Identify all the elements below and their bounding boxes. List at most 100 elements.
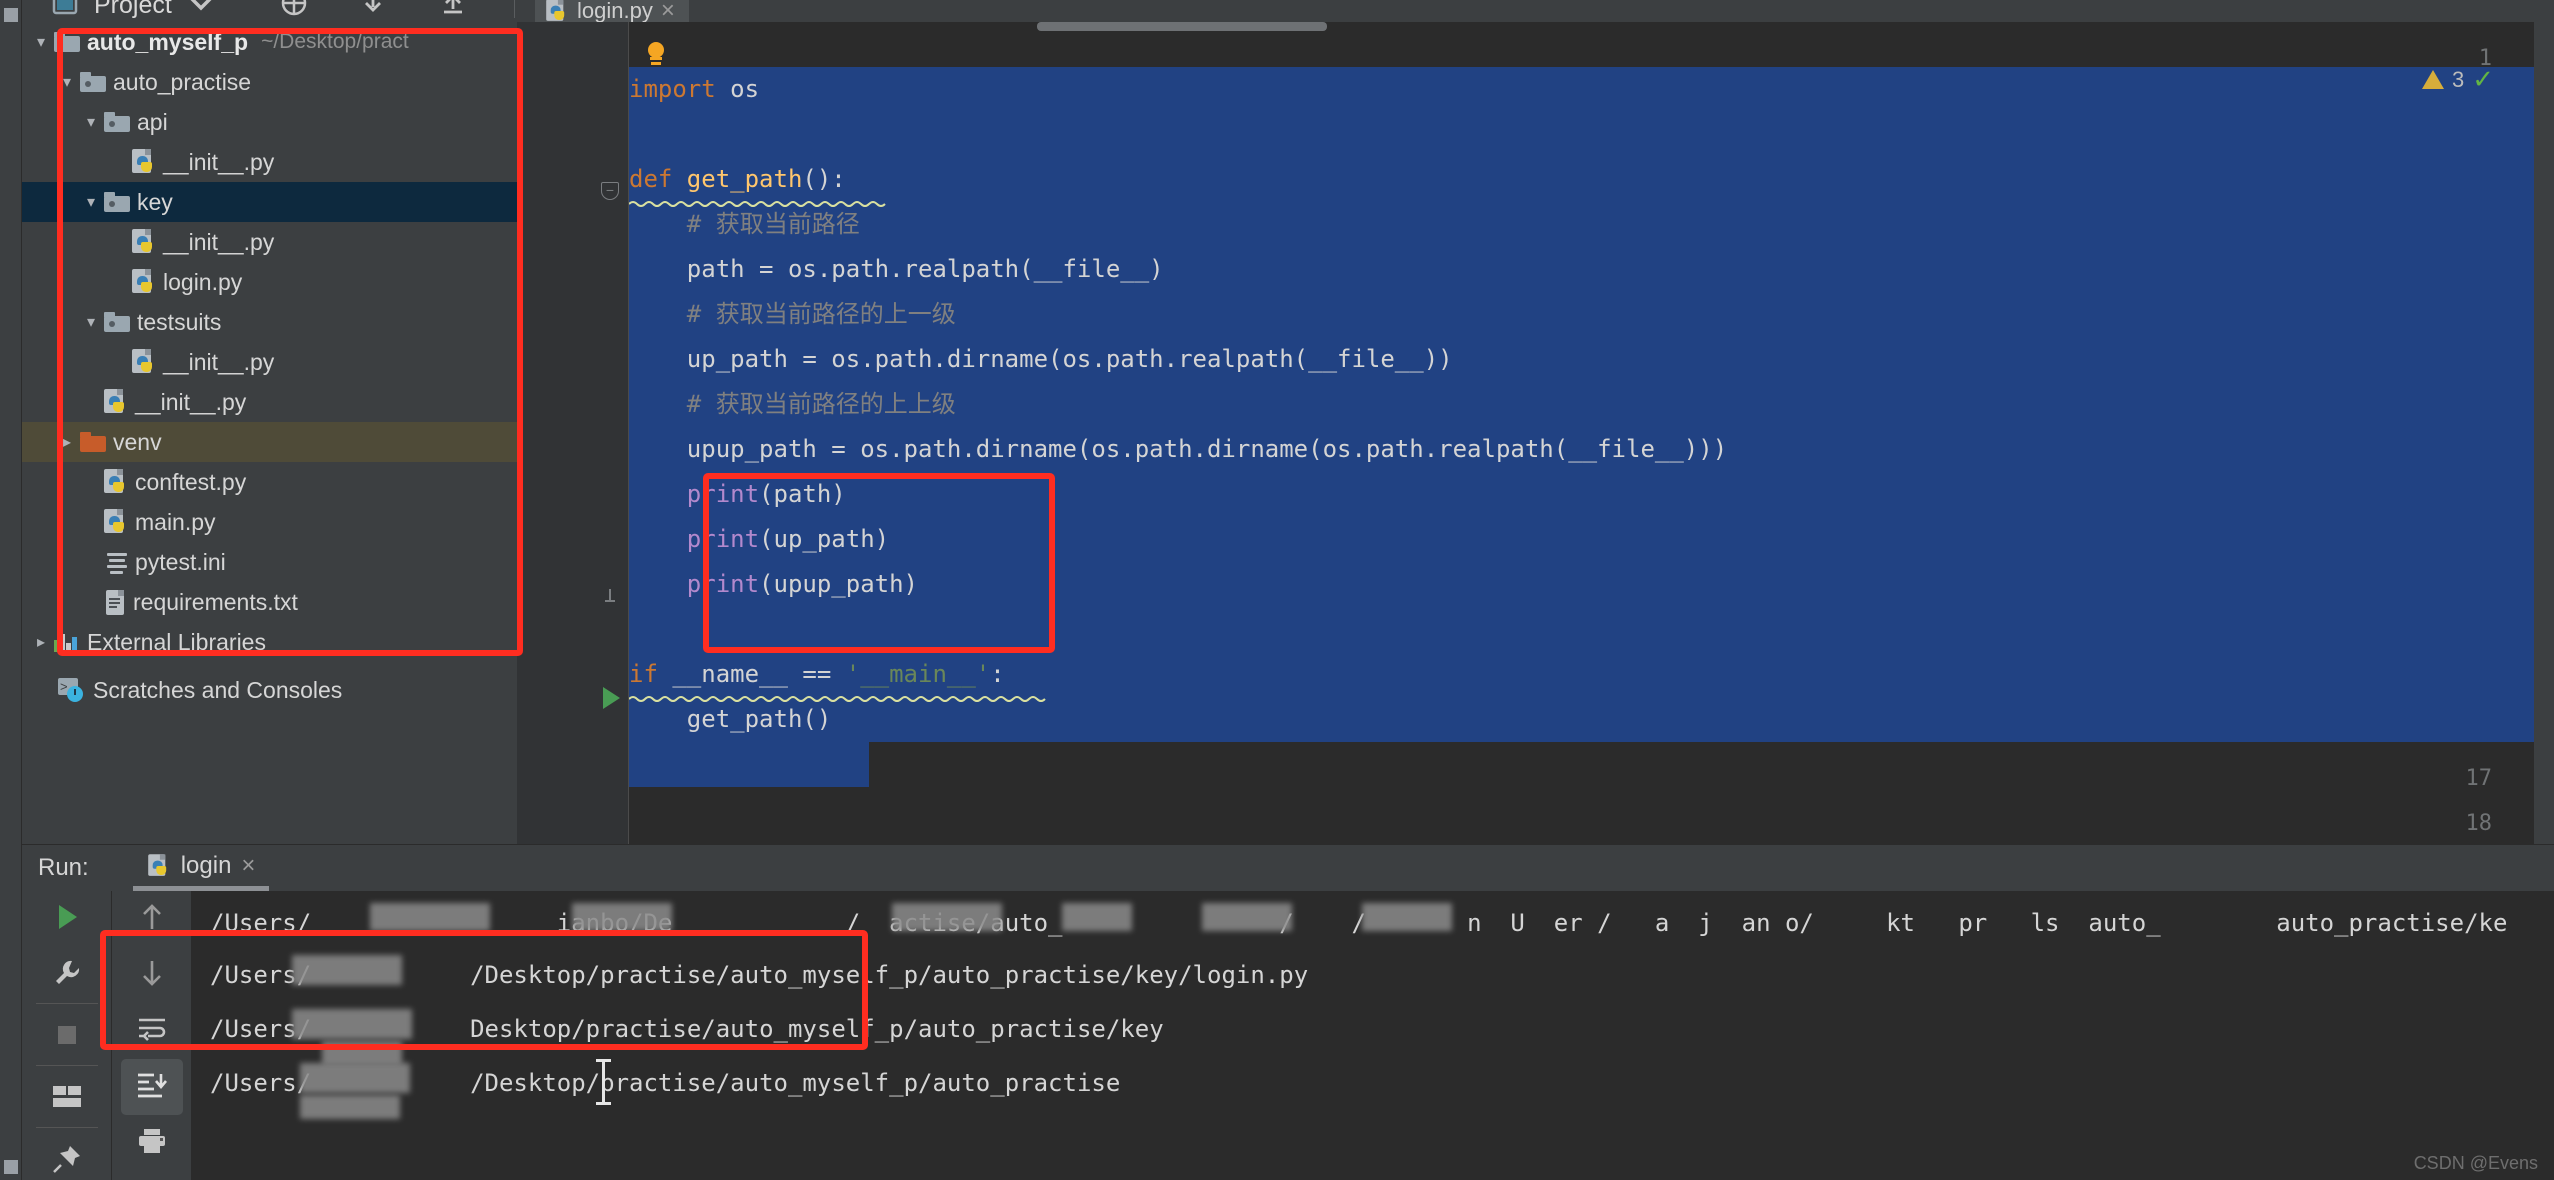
pin-icon: [52, 1144, 82, 1179]
up-button[interactable]: [112, 891, 192, 947]
scroll-to-end-icon: [136, 1071, 168, 1104]
folder-module-icon: [104, 192, 130, 212]
tree-label: __init__.py: [163, 348, 275, 375]
chevron-right-icon[interactable]: ▸: [54, 432, 80, 452]
tree-row-login-py[interactable]: login.py: [22, 262, 517, 302]
scratches-icon: >: [58, 678, 86, 702]
run-toolbar-right[interactable]: [112, 891, 192, 1180]
target-icon[interactable]: [280, 0, 308, 22]
console-output[interactable]: /Users/ ianbo/De / actise/auto_ / / n U …: [192, 891, 2554, 1180]
run-toolbar-left[interactable]: [22, 891, 112, 1180]
editor-vertical-scrollbar[interactable]: [2534, 22, 2554, 844]
code-line-8: up_path = os.path.dirname(os.path.realpa…: [629, 345, 1453, 373]
down-button[interactable]: [112, 947, 192, 1003]
tree-row-api-init[interactable]: __init__.py: [22, 142, 517, 182]
code-line-15: if __name__ == '__main__':: [629, 660, 1005, 688]
layout-button[interactable]: [22, 1071, 112, 1127]
run-panel-label: Run:: [38, 854, 89, 881]
wrench-icon: [51, 957, 83, 994]
tree-row-main-py[interactable]: main.py: [22, 502, 517, 542]
tree-row-venv[interactable]: ▸ venv: [22, 422, 517, 462]
tree-row-api[interactable]: ▾ api: [22, 102, 517, 142]
code-content[interactable]: import os def get_path(): # 获取当前路径 path …: [629, 22, 2554, 844]
rerun-button[interactable]: [22, 891, 112, 947]
close-icon[interactable]: ×: [241, 852, 255, 880]
chevron-down-icon[interactable]: ▾: [28, 32, 54, 52]
tree-row-conftest-py[interactable]: conftest.py: [22, 462, 517, 502]
libraries-icon: [54, 632, 80, 652]
tree-row-testsuits-init[interactable]: __init__.py: [22, 342, 517, 382]
tree-row-practise-init[interactable]: __init__.py: [22, 382, 517, 422]
tree-label: login.py: [163, 268, 243, 295]
selection-highlight: [629, 697, 2534, 742]
python-file-icon: [147, 853, 170, 877]
code-line-10: upup_path = os.path.dirname(os.path.dirn…: [629, 435, 1728, 463]
chevron-down-icon[interactable]: ▾: [78, 312, 104, 332]
redaction-patch: [572, 903, 672, 931]
folder-module-icon: [104, 312, 130, 332]
tree-row-scratches-and-consoles[interactable]: > Scratches and Consoles: [22, 670, 517, 710]
collapse-all-icon[interactable]: [358, 0, 388, 21]
folder-orange-icon: [80, 432, 106, 452]
code-line-16: get_path(): [629, 705, 832, 733]
left-tool-strip[interactable]: Project Structure: [0, 0, 46, 1180]
folder-plain-icon: [54, 32, 80, 52]
selection-highlight: [629, 742, 869, 787]
python-file-icon: [104, 389, 128, 415]
code-editor[interactable]: 1 2 3 4 5 6 7 8 9 10 11 12 13 14 15 16 1…: [517, 22, 2554, 844]
tree-row-key-init[interactable]: __init__.py: [22, 222, 517, 262]
project-tree[interactable]: ▾ auto_myself_p ~/Desktop/pract ▾ auto_p…: [22, 22, 517, 844]
tree-label: main.py: [135, 508, 216, 535]
chevron-down-icon[interactable]: ▾: [78, 192, 104, 212]
clear-all-button[interactable]: [112, 1171, 192, 1180]
tree-label: __init__.py: [163, 148, 275, 175]
redaction-patch: [892, 903, 1002, 931]
python-file-icon: [132, 229, 156, 255]
project-strip-icon[interactable]: [4, 8, 18, 22]
tree-row-testsuits[interactable]: ▾ testsuits: [22, 302, 517, 342]
inspection-status[interactable]: 3 ✓: [2421, 64, 2494, 95]
tree-row-auto-practise[interactable]: ▾ auto_practise: [22, 62, 517, 102]
redaction-patch: [370, 903, 490, 931]
run-tab-login[interactable]: login ×: [132, 845, 270, 891]
run-gutter-icon[interactable]: [603, 687, 620, 709]
stop-button[interactable]: [22, 1009, 112, 1065]
project-window-icon: [52, 0, 78, 21]
chevron-down-icon[interactable]: [188, 0, 214, 17]
redaction-patch: [1062, 903, 1132, 931]
tree-row-pytest-ini[interactable]: pytest.ini: [22, 542, 517, 582]
tree-row-key[interactable]: ▾ key: [22, 182, 517, 222]
edit-configurations-button[interactable]: [22, 947, 112, 1003]
pin-button[interactable]: [22, 1133, 112, 1180]
tree-label: testsuits: [137, 308, 222, 335]
code-line-7: # 获取当前路径的上一级: [629, 300, 956, 328]
redaction-patch: [292, 1009, 412, 1039]
editor-tab-login-py[interactable]: login.py ×: [535, 0, 689, 24]
run-icon: [50, 900, 84, 939]
code-fold-icon[interactable]: −: [601, 182, 619, 200]
redaction-patch: [1362, 903, 1452, 931]
python-file-icon: [104, 509, 128, 535]
soft-wrap-button[interactable]: [112, 1003, 192, 1059]
structure-strip-icon[interactable]: [4, 1160, 18, 1174]
python-file-icon: [132, 269, 156, 295]
tree-row-auto-myself-p[interactable]: ▾ auto_myself_p ~/Desktop/pract: [22, 22, 517, 62]
tree-row-external-libraries[interactable]: ▸ External Libraries: [22, 622, 517, 662]
scroll-to-end-button[interactable]: [121, 1059, 183, 1115]
soft-wrap-icon: [136, 1015, 168, 1048]
down-arrow-icon: [138, 958, 166, 993]
code-line-13: print(upup_path): [629, 570, 918, 598]
run-panel[interactable]: Run: login × /Users/ / / n U er / a j an…: [22, 844, 2554, 1180]
project-pane-toolbar: Project: [22, 0, 2554, 22]
tree-row-requirements-txt[interactable]: requirements.txt: [22, 582, 517, 622]
chevron-right-icon[interactable]: ▸: [28, 632, 54, 652]
print-button[interactable]: [112, 1115, 192, 1171]
tree-label: pytest.ini: [135, 548, 226, 575]
chevron-down-icon[interactable]: ▾: [78, 112, 104, 132]
layout-icon: [51, 1084, 83, 1115]
expand-all-icon[interactable]: [438, 0, 468, 21]
redaction-patch: [292, 955, 402, 985]
chevron-down-icon[interactable]: ▾: [54, 72, 80, 92]
editor-gutter[interactable]: [517, 22, 629, 844]
fold-region-end-icon[interactable]: [601, 587, 619, 605]
